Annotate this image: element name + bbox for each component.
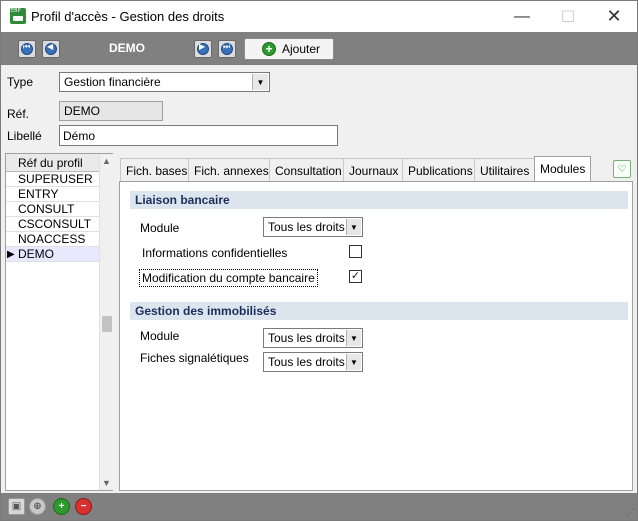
type-label: Type: [7, 75, 34, 89]
ref-label: Réf.: [7, 107, 30, 121]
add-record-icon[interactable]: +: [53, 498, 70, 515]
last-record-button[interactable]: [218, 40, 236, 58]
profile-list-header[interactable]: Réf du profil: [6, 154, 99, 172]
save-icon[interactable]: ▣: [8, 498, 25, 515]
next-record-button[interactable]: [194, 40, 212, 58]
chevron-down-icon[interactable]: ▼: [252, 74, 268, 90]
liaison-module-value: Tous les droits: [268, 220, 345, 234]
section-gestion-immobilises: Gestion des immobilisés: [130, 302, 628, 320]
expand-tabs-icon[interactable]: ♡: [613, 160, 631, 178]
title-bar: EBP Profil d'accès - Gestion des droits …: [1, 1, 637, 32]
liaison-module-select[interactable]: Tous les droits ▼: [263, 217, 363, 237]
tab-journaux[interactable]: Journaux: [343, 158, 405, 181]
last-record-icon: [221, 42, 233, 55]
first-record-icon: [21, 42, 33, 55]
list-item-label: SUPERUSER: [18, 172, 93, 186]
immo-module-value: Tous les droits: [268, 331, 345, 345]
row-pointer-icon: ▶: [7, 249, 15, 260]
tab-fich-annexes[interactable]: Fich. annexes: [188, 158, 275, 181]
record-title: DEMO: [109, 41, 145, 55]
scroll-down-icon[interactable]: ▼: [102, 478, 111, 488]
modif-compte-label: Modification du compte bancaire: [139, 269, 318, 287]
libelle-label: Libellé: [7, 129, 42, 143]
list-item-label: ENTRY: [18, 187, 59, 201]
list-item-label: CONSULT: [18, 202, 75, 216]
info-conf-checkbox[interactable]: [349, 245, 362, 258]
delete-record-icon[interactable]: −: [75, 498, 92, 515]
navigation-toolbar: DEMO + Ajouter: [1, 32, 637, 65]
add-button[interactable]: + Ajouter: [244, 38, 334, 60]
info-conf-label: Informations confidentielles: [142, 246, 288, 260]
add-plus-icon: +: [262, 42, 276, 56]
fiches-label: Fiches signalétiques: [140, 351, 249, 365]
list-item-selected[interactable]: ▶ DEMO: [6, 247, 99, 262]
list-item[interactable]: CONSULT: [6, 202, 99, 217]
next-record-icon: [197, 42, 209, 55]
list-item[interactable]: ENTRY: [6, 187, 99, 202]
list-item-label: CSCONSULT: [18, 217, 92, 231]
type-select-value: Gestion financière: [64, 75, 161, 89]
tab-modules[interactable]: Modules: [534, 156, 592, 182]
modules-panel: Liaison bancaire Module Tous les droits …: [119, 181, 633, 491]
maximize-button[interactable]: ☐: [545, 1, 591, 32]
previous-record-button[interactable]: [42, 40, 60, 58]
immo-module-select[interactable]: Tous les droits ▼: [263, 328, 363, 348]
immo-module-label: Module: [140, 329, 180, 343]
fiches-select[interactable]: Tous les droits ▼: [263, 352, 363, 372]
tab-utilitaires[interactable]: Utilitaires: [474, 158, 536, 181]
add-button-label: Ajouter: [282, 42, 321, 56]
bottom-toolbar: ▣ ⊕ + − ⋰: [1, 493, 637, 520]
list-item-label: NOACCESS: [18, 232, 86, 246]
list-item[interactable]: CSCONSULT: [6, 217, 99, 232]
previous-record-icon: [45, 42, 57, 55]
ref-field: DEMO: [59, 101, 163, 121]
chevron-down-icon[interactable]: ▼: [346, 330, 361, 346]
tab-consultation[interactable]: Consultation: [269, 158, 348, 181]
modif-compte-checkbox[interactable]: ✓: [349, 270, 362, 283]
window-title: Profil d'accès - Gestion des droits: [31, 9, 225, 24]
scroll-up-icon[interactable]: ▲: [102, 156, 111, 166]
first-record-button[interactable]: [18, 40, 36, 58]
liaison-module-label: Module: [140, 221, 180, 235]
minimize-button[interactable]: —: [499, 1, 545, 32]
list-item[interactable]: NOACCESS: [6, 232, 99, 247]
list-item-label: DEMO: [18, 247, 54, 261]
chevron-down-icon[interactable]: ▼: [346, 354, 361, 370]
profile-list: Réf du profil SUPERUSER ENTRY CONSULT CS…: [5, 153, 113, 491]
profile-window: EBP Profil d'accès - Gestion des droits …: [0, 0, 638, 521]
app-logo-icon: EBP: [10, 8, 26, 24]
profile-list-scrollbar[interactable]: ▲ ▼: [99, 154, 113, 490]
profile-list-items: SUPERUSER ENTRY CONSULT CSCONSULT NOACCE…: [6, 172, 99, 262]
libelle-field[interactable]: Démo: [59, 125, 338, 146]
type-select[interactable]: Gestion financière ▼: [59, 72, 270, 92]
tab-fich-bases[interactable]: Fich. bases: [120, 158, 194, 181]
scrollbar-thumb[interactable]: [102, 316, 112, 332]
tab-publications[interactable]: Publications: [402, 158, 479, 181]
section-liaison-bancaire: Liaison bancaire: [130, 191, 628, 209]
duplicate-icon[interactable]: ⊕: [29, 498, 46, 515]
resize-grip-icon[interactable]: ⋰: [626, 507, 635, 518]
chevron-down-icon[interactable]: ▼: [346, 219, 361, 235]
close-button[interactable]: ✕: [591, 1, 637, 32]
fiches-value: Tous les droits: [268, 355, 345, 369]
list-item[interactable]: SUPERUSER: [6, 172, 99, 187]
